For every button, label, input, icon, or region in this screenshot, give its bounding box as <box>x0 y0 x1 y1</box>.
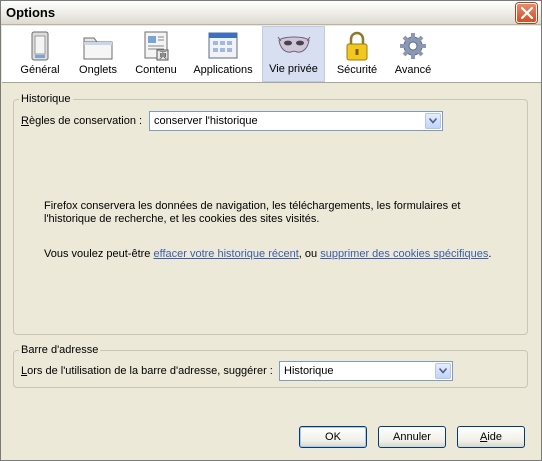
tab-advanced-label: Avancé <box>394 64 432 76</box>
general-icon <box>31 31 49 61</box>
tab-privacy-label: Vie privée <box>269 63 318 75</box>
history-description: Firefox conservera les données de naviga… <box>44 200 461 225</box>
remove-cookies-link[interactable]: supprimer des cookies spécifiques <box>320 248 488 260</box>
privacy-mask-icon <box>277 36 310 53</box>
help-button[interactable]: Aide <box>457 426 525 448</box>
addressbar-suggest-label: Lors de l'utilisation de la barre d'adre… <box>21 365 273 377</box>
tab-security[interactable]: Sécurité <box>329 26 385 82</box>
addressbar-group-title: Barre d'adresse <box>19 344 101 356</box>
padlock-icon <box>346 31 368 61</box>
tab-applications[interactable]: Applications <box>188 26 258 82</box>
title-bar[interactable]: Options <box>1 1 541 25</box>
close-icon <box>521 7 533 19</box>
ok-button[interactable]: OK <box>299 426 367 448</box>
tab-advanced[interactable]: Avancé <box>385 26 441 82</box>
preferences-toolbar: Général Onglets 頁 Contenu Applications V… <box>2 26 541 83</box>
addressbar-suggest-dropdown-button[interactable] <box>435 363 451 379</box>
tab-applications-label: Applications <box>193 64 253 76</box>
options-window: Options Général Onglets 頁 Contenu Applic… <box>0 0 542 461</box>
applications-icon <box>208 32 238 59</box>
tab-general[interactable]: Général <box>12 26 68 82</box>
history-group: Historique Règles de conservation : cons… <box>13 93 528 335</box>
window-title: Options <box>6 5 56 20</box>
close-button[interactable] <box>516 3 537 23</box>
tab-privacy[interactable]: Vie privée <box>262 26 325 82</box>
history-group-title: Historique <box>19 93 73 105</box>
addressbar-suggest-value: Historique <box>284 365 334 377</box>
history-rules-value: conserver l'historique <box>154 115 258 127</box>
tab-security-label: Sécurité <box>336 64 378 76</box>
tab-general-label: Général <box>20 64 60 76</box>
history-rules-label: Règles de conservation : <box>21 115 143 127</box>
chevron-down-icon <box>439 368 447 374</box>
history-rules-dropdown-button[interactable] <box>425 113 441 129</box>
addressbar-group: Barre d'adresse Lors de l'utilisation de… <box>13 344 528 388</box>
history-rules-select[interactable]: conserver l'historique <box>149 111 443 131</box>
tab-content-label: Contenu <box>135 64 177 76</box>
clear-history-link[interactable]: effacer votre historique récent <box>153 248 298 260</box>
svg-text:頁: 頁 <box>159 51 167 60</box>
content-icon: 頁 <box>144 31 169 61</box>
history-suggestion: Vous voulez peut-être effacer votre hist… <box>44 248 492 260</box>
addressbar-suggest-select[interactable]: Historique <box>279 361 453 381</box>
tab-content[interactable]: 頁 Contenu <box>128 26 184 82</box>
cancel-button[interactable]: Annuler <box>378 426 446 448</box>
tabs-icon <box>83 37 113 60</box>
tab-tabs[interactable]: Onglets <box>70 26 126 82</box>
gear-icon <box>400 33 426 59</box>
tab-tabs-label: Onglets <box>79 64 117 76</box>
chevron-down-icon <box>429 118 437 124</box>
